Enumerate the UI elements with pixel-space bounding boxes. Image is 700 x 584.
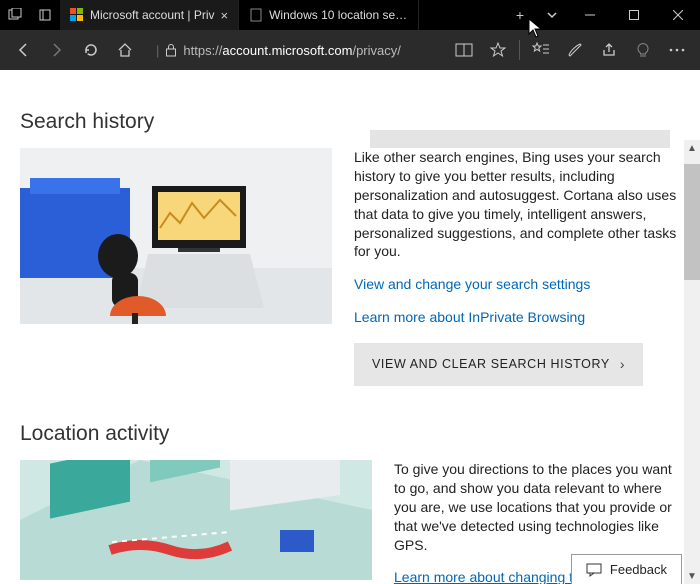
search-settings-link[interactable]: View and change your search settings	[354, 275, 590, 294]
ms-favicon-icon	[70, 8, 84, 22]
refresh-button[interactable]	[74, 30, 108, 70]
lock-icon	[165, 43, 177, 57]
url-text: https://account.microsoft.com/privacy/	[183, 43, 400, 58]
browser-toolbar: | https://account.microsoft.com/privacy/	[0, 30, 700, 70]
prev-section-remnant	[370, 130, 670, 148]
task-view-icon[interactable]	[0, 8, 30, 22]
scroll-up-button[interactable]: ▲	[684, 140, 700, 156]
favorite-star-button[interactable]	[481, 30, 515, 70]
location-activity-illustration	[20, 460, 372, 580]
separator: |	[156, 43, 159, 58]
feedback-label: Feedback	[610, 562, 667, 577]
home-button[interactable]	[108, 30, 142, 70]
page-favicon-icon	[249, 8, 263, 22]
set-aside-icon[interactable]	[30, 8, 60, 22]
new-tab-button[interactable]: +	[504, 7, 536, 23]
inprivate-link[interactable]: Learn more about InPrivate Browsing	[354, 308, 585, 327]
titlebar: Microsoft account | Priv × Windows 10 lo…	[0, 0, 700, 30]
location-activity-body: To give you directions to the places you…	[394, 460, 680, 554]
favorites-list-button[interactable]	[524, 30, 558, 70]
chevron-right-icon: ›	[620, 355, 625, 374]
tab-title: Microsoft account | Priv	[90, 8, 215, 22]
button-label: VIEW AND CLEAR SEARCH HISTORY	[372, 356, 610, 373]
tab-menu-chevron-icon[interactable]	[536, 9, 568, 21]
ink-button[interactable]	[558, 30, 592, 70]
reading-view-button[interactable]	[447, 30, 481, 70]
browser-tab-0[interactable]: Microsoft account | Priv ×	[60, 0, 239, 30]
browser-tab-1[interactable]: Windows 10 location servic	[239, 0, 419, 30]
feedback-button[interactable]: Feedback	[571, 554, 682, 584]
page-viewport: ▲ ▼ Search history	[0, 70, 700, 584]
back-button[interactable]	[6, 30, 40, 70]
scroll-down-button[interactable]: ▼	[684, 568, 700, 584]
forward-button[interactable]	[40, 30, 74, 70]
search-history-body: Like other search engines, Bing uses you…	[354, 148, 680, 261]
share-button[interactable]	[592, 30, 626, 70]
scrollbar-thumb[interactable]	[684, 164, 700, 280]
toolbar-separator	[519, 40, 520, 60]
chat-icon	[586, 563, 602, 577]
location-activity-heading: Location activity	[20, 422, 680, 446]
view-clear-search-history-button[interactable]: VIEW AND CLEAR SEARCH HISTORY ›	[354, 343, 643, 386]
tab-title: Windows 10 location servic	[269, 8, 408, 22]
hint-button[interactable]	[626, 30, 660, 70]
window-maximize-button[interactable]	[612, 0, 656, 30]
search-history-illustration	[20, 148, 332, 324]
tab-close-icon[interactable]: ×	[221, 8, 229, 23]
more-button[interactable]	[660, 30, 694, 70]
window-close-button[interactable]	[656, 0, 700, 30]
address-bar[interactable]: | https://account.microsoft.com/privacy/	[150, 43, 447, 58]
window-minimize-button[interactable]	[568, 0, 612, 30]
